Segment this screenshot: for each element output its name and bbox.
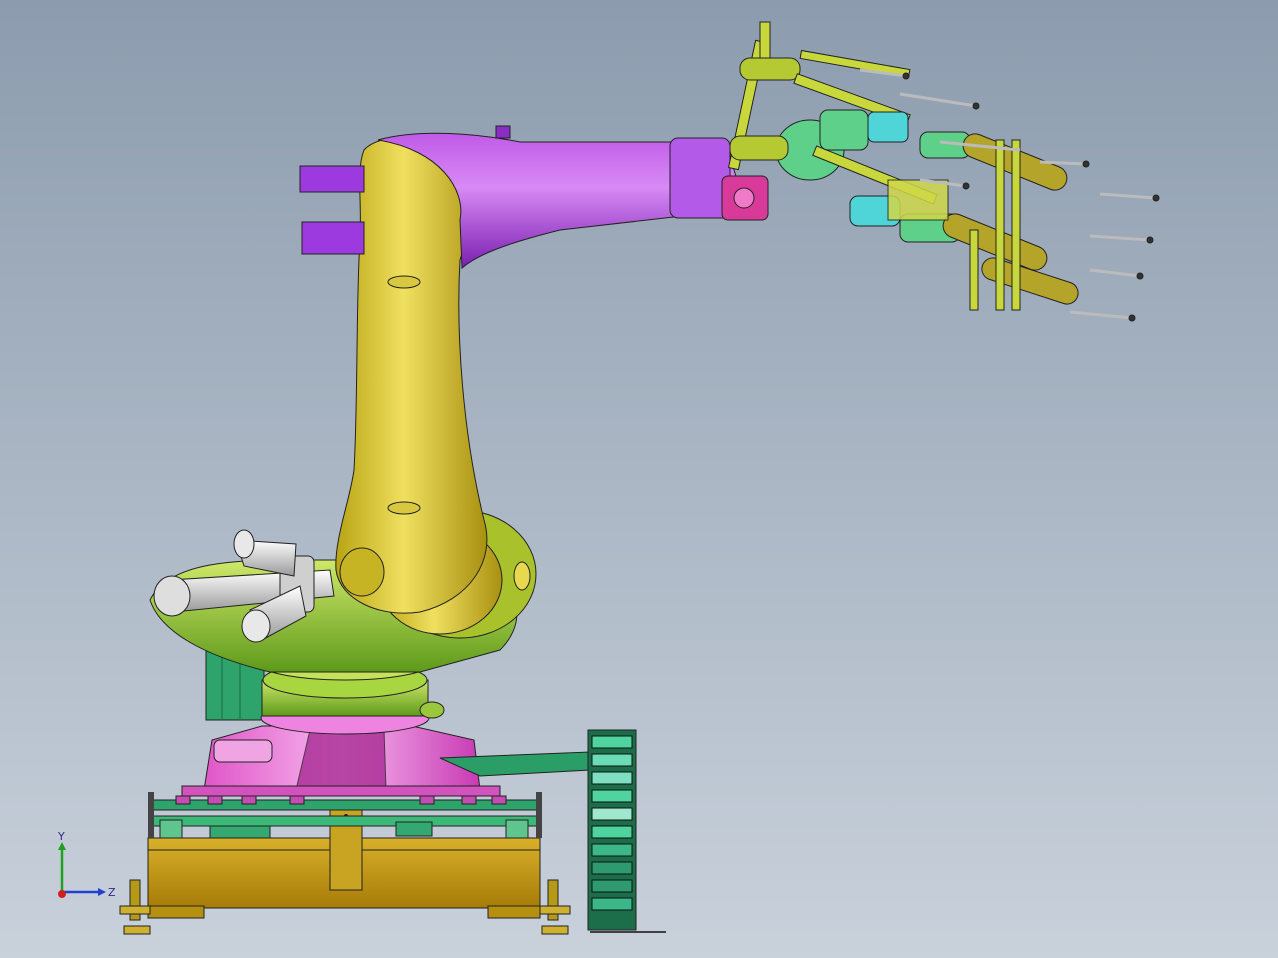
y-axis-label: Y [57, 832, 65, 843]
graphics-viewport[interactable]: Y Z [0, 0, 1278, 958]
turntable-base[interactable] [181, 725, 591, 797]
leveling-foot-right [539, 879, 571, 935]
coordinate-triad: Y Z [57, 832, 116, 899]
y-axis-arrowhead [58, 842, 66, 850]
leveling-foot-left [119, 879, 151, 935]
z-axis-label: Z [108, 886, 116, 899]
cable-chain[interactable] [587, 729, 666, 933]
robot-model-scene[interactable] [0, 0, 1278, 958]
z-axis-arrowhead [98, 888, 106, 896]
x-axis-marker [58, 890, 66, 898]
